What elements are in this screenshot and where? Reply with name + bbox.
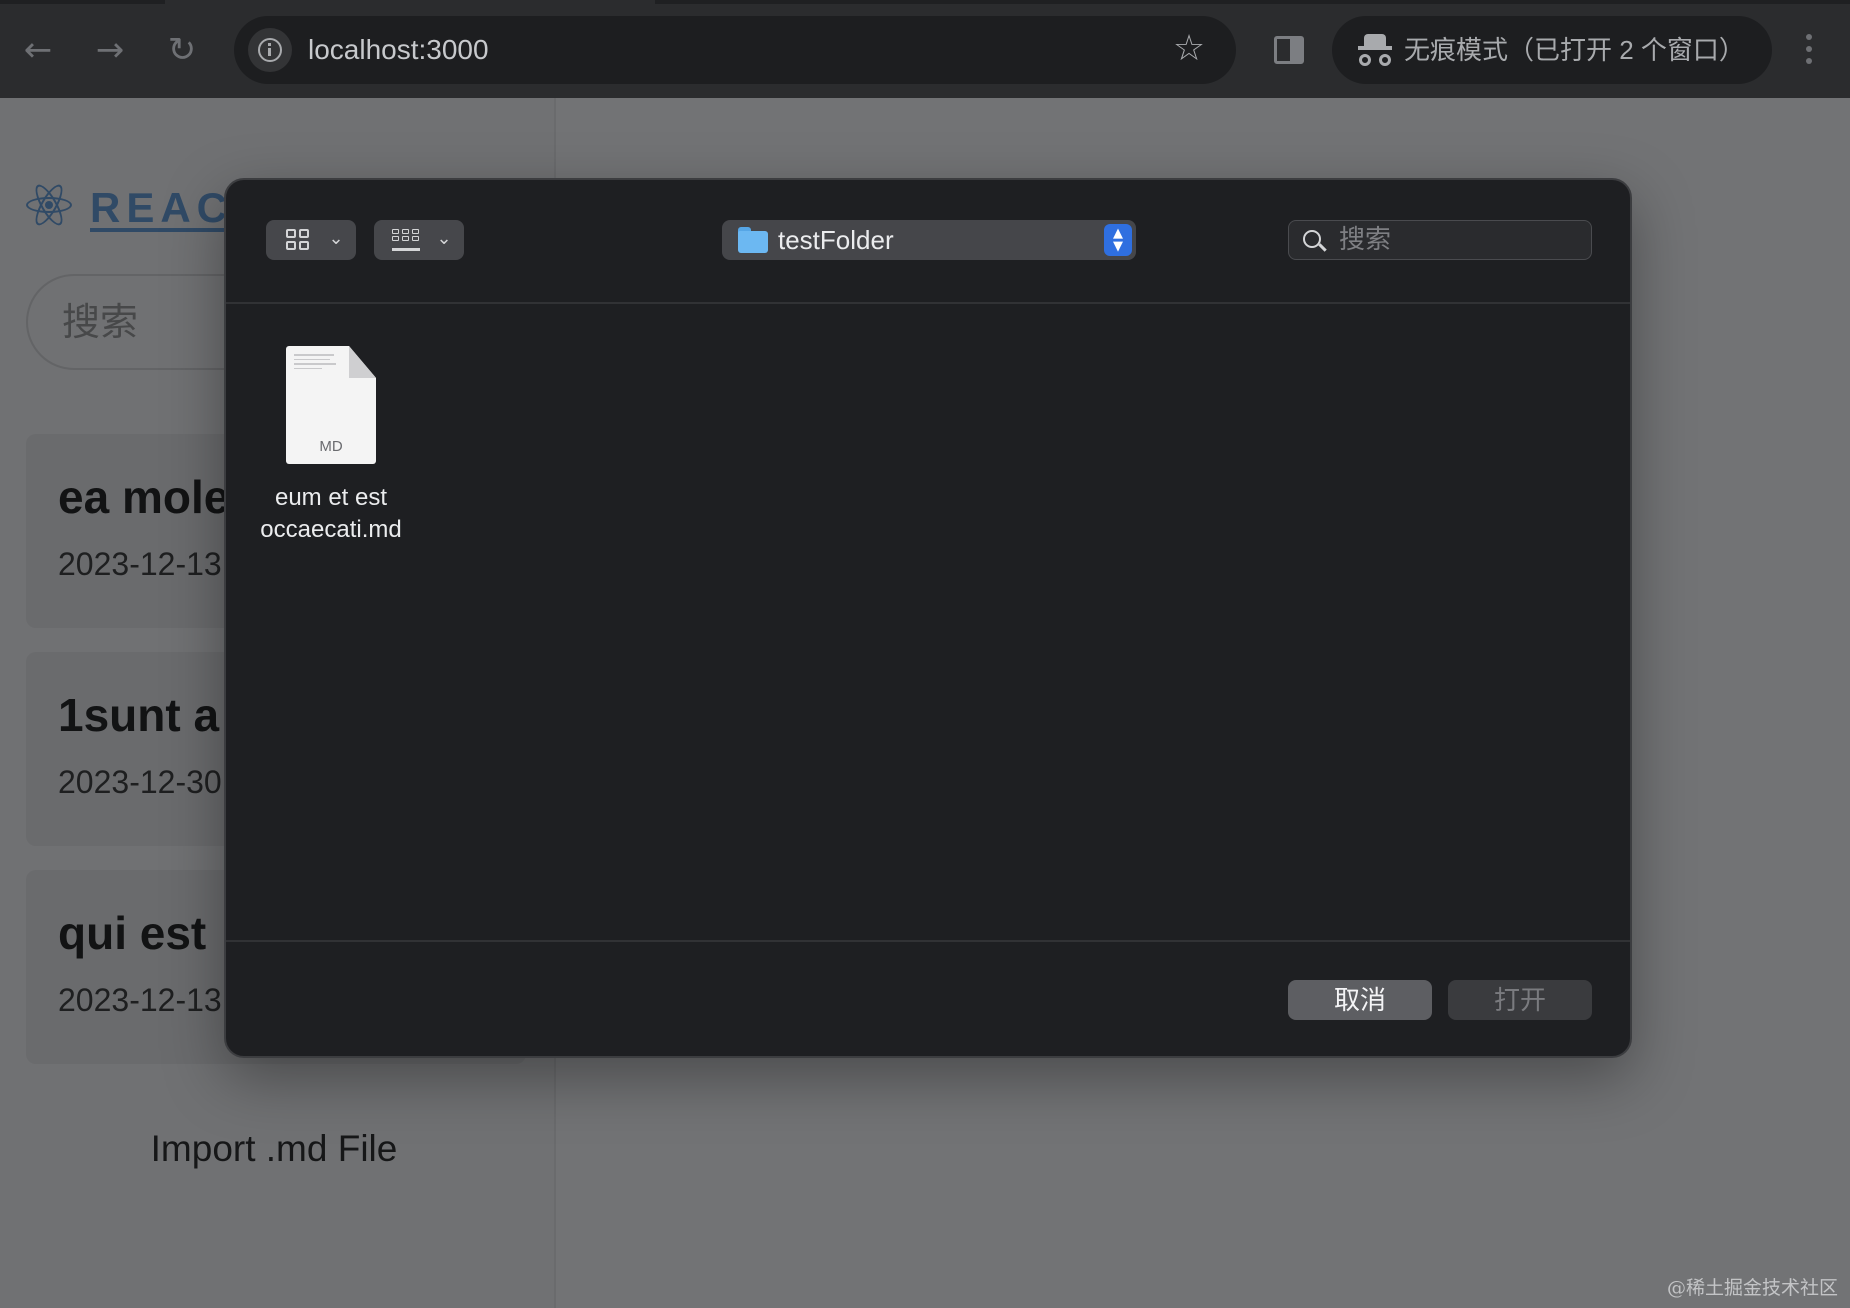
reload-icon[interactable]: ↻ xyxy=(160,28,204,72)
url-text[interactable]: localhost:3000 xyxy=(308,16,489,84)
current-folder-name: testFolder xyxy=(778,225,894,255)
file-name-line: eum et est xyxy=(274,484,388,511)
forward-icon[interactable]: → xyxy=(88,28,132,72)
watermark: @稀土掘金技术社区 xyxy=(1666,1277,1838,1299)
react-logo-icon xyxy=(26,181,72,229)
note-date: 2023-12-30 xyxy=(58,764,222,800)
file-name: eum et est occaecati.md xyxy=(246,482,416,546)
incognito-indicator[interactable]: 无痕模式（已打开 2 个窗口） xyxy=(1332,16,1772,84)
open-file-dialog: ⌄ ⌄ testFolder ▲▼ MD eum et e xyxy=(224,178,1632,1058)
cancel-button[interactable]: 取消 xyxy=(1288,980,1432,1020)
browser-menu-icon[interactable] xyxy=(1806,34,1814,66)
notes-search-placeholder: 搜索 xyxy=(62,302,139,344)
chevron-down-icon: ⌄ xyxy=(328,228,344,249)
file-preview-lines xyxy=(294,354,338,372)
dialog-footer: 取消 打开 xyxy=(226,940,1630,1056)
back-icon[interactable]: ← xyxy=(16,28,60,72)
site-info-icon[interactable] xyxy=(248,28,292,72)
folder-icon xyxy=(738,227,768,253)
gallery-view-icon xyxy=(392,229,420,251)
address-bar[interactable]: localhost:3000 ☆ xyxy=(234,16,1236,84)
note-title: ea mole xyxy=(58,471,230,523)
side-panel-icon[interactable] xyxy=(1274,36,1304,64)
file-browser: MD eum et est occaecati.md xyxy=(226,306,1630,940)
browser-toolbar: ← → ↻ localhost:3000 ☆ 无痕模式（已打开 2 个窗口） xyxy=(0,0,1850,98)
dialog-search-field[interactable] xyxy=(1288,220,1592,260)
open-button[interactable]: 打开 xyxy=(1448,980,1592,1020)
active-tab[interactable] xyxy=(165,0,655,4)
incognito-label: 无痕模式（已打开 2 个窗口） xyxy=(1404,35,1745,65)
dialog-toolbar: ⌄ ⌄ testFolder ▲ ▼ xyxy=(226,180,1630,304)
chevron-down-icon: ⌄ xyxy=(436,228,452,249)
icon-view-button[interactable]: ⌄ xyxy=(266,220,356,260)
note-title: qui est xyxy=(58,907,207,959)
file-item[interactable]: MD eum et est occaecati.md xyxy=(246,346,406,546)
file-type-label: MD xyxy=(319,438,343,455)
incognito-icon xyxy=(1358,34,1392,66)
tab-strip xyxy=(0,0,1850,4)
up-down-chevron-icon: ▲ ▼ xyxy=(1104,224,1132,256)
note-date: 2023-12-13 xyxy=(58,982,222,1018)
location-popup[interactable]: testFolder ▲ ▼ xyxy=(722,220,1136,260)
import-md-button[interactable]: Import .md File xyxy=(0,1128,548,1170)
grid-view-icon xyxy=(286,229,310,251)
gallery-view-button[interactable]: ⌄ xyxy=(374,220,464,260)
note-title: 1sunt a xyxy=(58,689,220,741)
note-date: 2023-12-13 xyxy=(58,546,222,582)
file-name-line: occaecati.md xyxy=(260,516,402,543)
search-icon xyxy=(1303,230,1327,254)
bookmark-star-icon[interactable]: ☆ xyxy=(1166,26,1212,72)
dialog-search-input[interactable] xyxy=(1339,221,1579,258)
